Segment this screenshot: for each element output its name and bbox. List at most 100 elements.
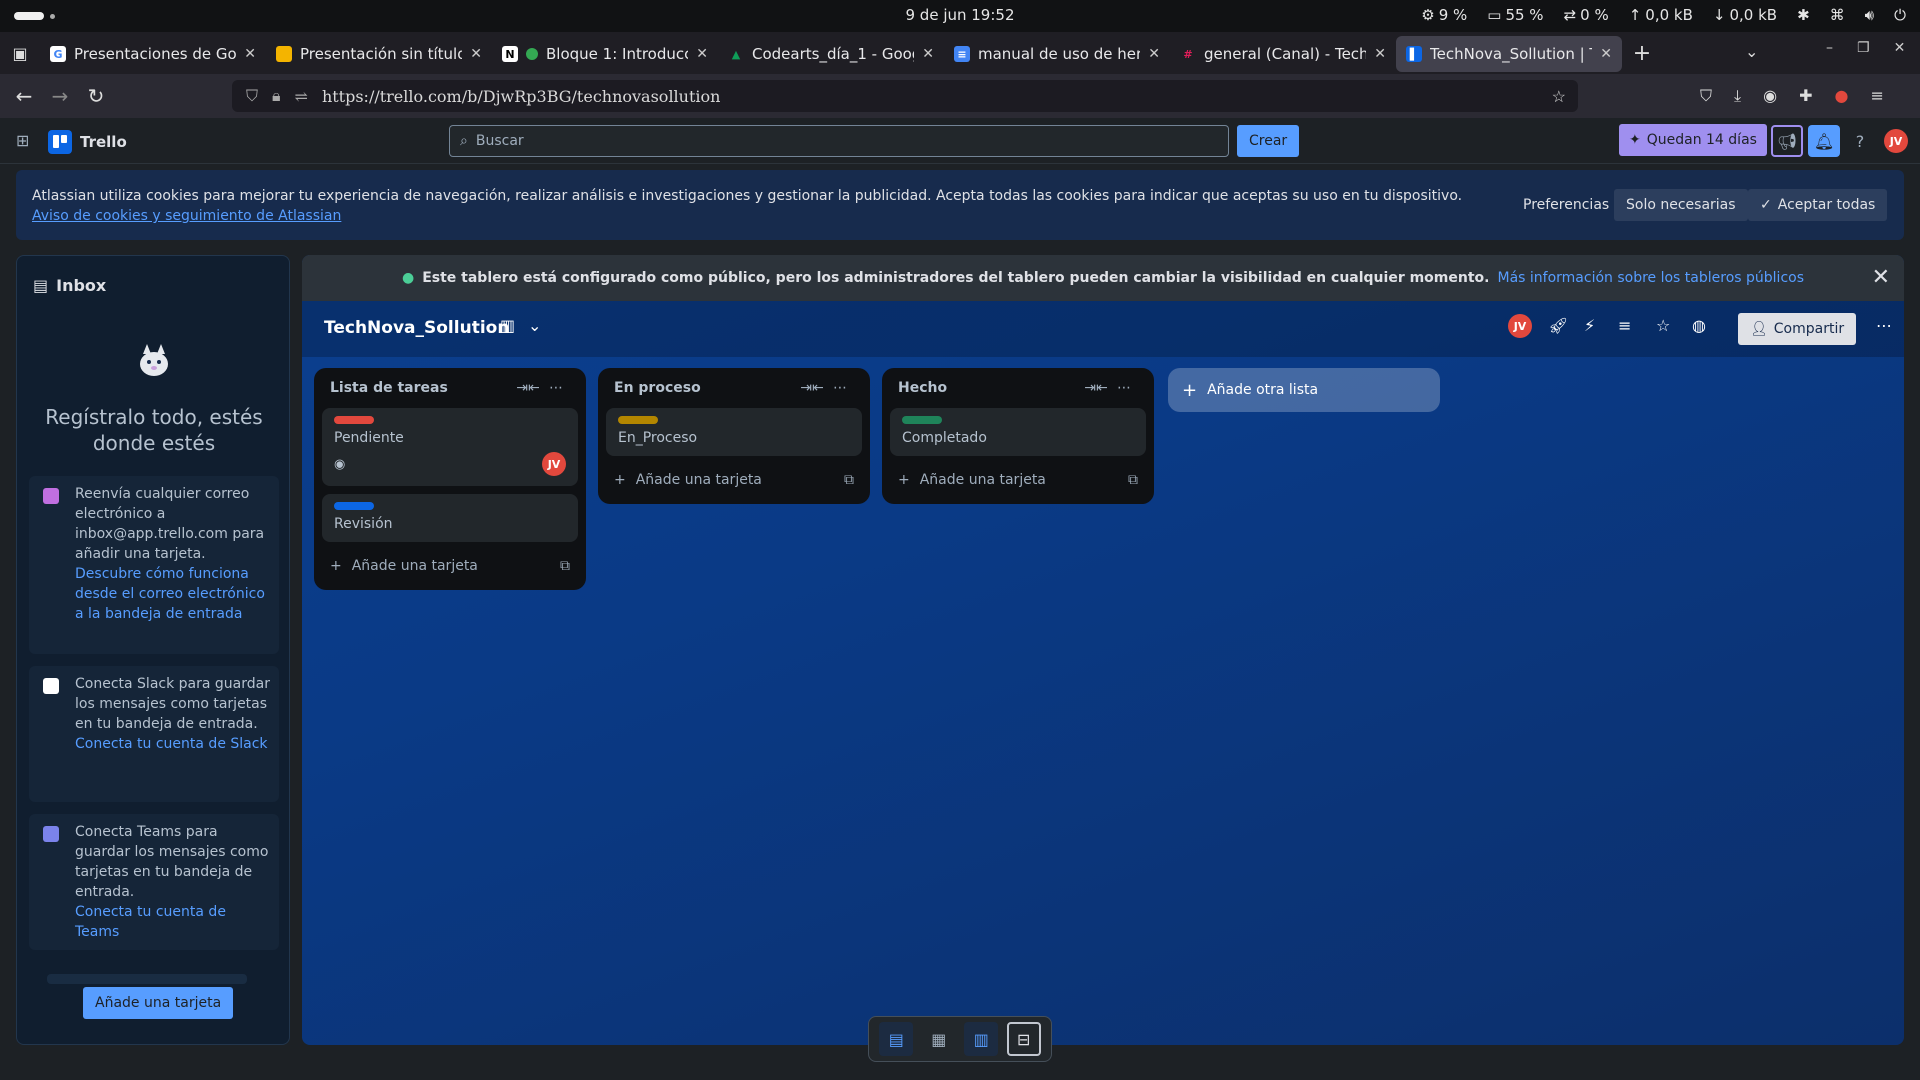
- close-icon[interactable]: ✕: [1148, 46, 1160, 62]
- collapse-icon[interactable]: ⇥⇤: [798, 380, 826, 396]
- close-window-icon[interactable]: ✕: [1894, 40, 1906, 56]
- avatar[interactable]: JV: [542, 452, 566, 476]
- label-green[interactable]: [902, 416, 942, 424]
- card[interactable]: En_Proceso: [606, 408, 862, 456]
- create-button[interactable]: Crear: [1237, 125, 1300, 157]
- volume-icon[interactable]: 🔊︎: [1865, 6, 1874, 24]
- close-icon[interactable]: ✕: [470, 46, 482, 62]
- template-icon[interactable]: ⧉: [844, 472, 854, 488]
- connect-slack-link[interactable]: Conecta tu cuenta de Slack: [75, 734, 271, 754]
- board-view-icon[interactable]: ▥: [500, 316, 515, 335]
- more-icon[interactable]: ⋯: [1876, 316, 1892, 335]
- inbox-toggle-icon[interactable]: ▤: [879, 1022, 914, 1056]
- permissions-icon[interactable]: ⇌: [295, 87, 308, 106]
- add-card-button[interactable]: + Añade una tarjeta ⧉: [606, 464, 862, 496]
- forward-icon[interactable]: →: [42, 84, 78, 108]
- inbox-add-card-button[interactable]: Añade una tarjeta: [83, 987, 234, 1019]
- email-howto-link[interactable]: Descubre cómo funciona desde el correo e…: [75, 564, 271, 624]
- board-view-icon[interactable]: ▥: [964, 1022, 999, 1056]
- more-icon[interactable]: ⋯: [542, 380, 570, 396]
- accept-all-button[interactable]: ✓ Aceptar todas: [1748, 189, 1888, 221]
- browser-tab[interactable]: Presentación sin título - ✕: [266, 36, 492, 72]
- add-card-button[interactable]: + Añade una tarjeta ⧉: [890, 464, 1146, 496]
- collapse-icon[interactable]: ⇥⇤: [514, 380, 542, 396]
- card[interactable]: Completado: [890, 408, 1146, 456]
- template-icon[interactable]: ⧉: [560, 558, 570, 574]
- more-icon[interactable]: ⋯: [1110, 380, 1138, 396]
- network-icon[interactable]: ⌘: [1830, 6, 1845, 24]
- member-avatar[interactable]: JV: [1508, 314, 1532, 338]
- extension-icon[interactable]: ✱: [1797, 6, 1810, 24]
- public-boards-link[interactable]: Más información sobre los tableros públi…: [1497, 270, 1804, 286]
- url-bar[interactable]: ⛉ 🔒︎ ⇌ https://trello.com/b/DjwRp3BG/tec…: [232, 80, 1578, 112]
- add-card-button[interactable]: + Añade una tarjeta ⧉: [322, 550, 578, 582]
- close-icon[interactable]: ✕: [1374, 46, 1386, 62]
- chevron-down-icon[interactable]: ⌄: [1745, 42, 1758, 61]
- restore-icon[interactable]: ❐: [1857, 40, 1870, 56]
- list-title[interactable]: Hecho: [898, 380, 1082, 396]
- star-icon[interactable]: ☆: [1656, 316, 1670, 335]
- cookie-policy-link[interactable]: Aviso de cookies y seguimiento de Atlass…: [32, 208, 341, 224]
- tab-overview-icon[interactable]: ▣: [0, 44, 40, 63]
- rocket-icon[interactable]: 🚀︎: [1548, 316, 1568, 335]
- label-red[interactable]: [334, 416, 374, 424]
- board-title[interactable]: TechNova_Sollution: [324, 318, 509, 338]
- user-avatar-button[interactable]: JV: [1880, 125, 1912, 157]
- downloads-icon[interactable]: ⤓: [1734, 86, 1741, 106]
- help-icon[interactable]: ?: [1844, 125, 1876, 157]
- close-icon[interactable]: ✕: [1872, 265, 1890, 290]
- chevron-down-icon[interactable]: ⌄: [528, 316, 541, 335]
- app-switcher-icon[interactable]: ⊞: [16, 131, 29, 150]
- activities-indicator[interactable]: [14, 12, 44, 20]
- necessary-only-button[interactable]: Solo necesarias: [1614, 189, 1748, 221]
- back-icon[interactable]: ←: [6, 84, 42, 108]
- new-tab-icon[interactable]: +: [1622, 41, 1662, 66]
- list-header[interactable]: En proceso ⇥⇤ ⋯: [606, 368, 862, 408]
- list-header[interactable]: Hecho ⇥⇤ ⋯: [890, 368, 1146, 408]
- trial-button[interactable]: ✦ Quedan 14 días: [1619, 124, 1767, 156]
- list-header[interactable]: Lista de tareas ⇥⇤ ⋯: [322, 368, 578, 408]
- visibility-globe-icon[interactable]: ◍: [1692, 316, 1706, 335]
- browser-tab[interactable]: G Presentaciones de Google ✕: [40, 36, 266, 72]
- browser-tab-active[interactable]: ▌ TechNova_Sollution | Trello ✕: [1396, 36, 1622, 72]
- close-icon[interactable]: ✕: [922, 46, 934, 62]
- bookmark-star-icon[interactable]: ☆: [1552, 87, 1566, 106]
- lock-icon[interactable]: 🔒︎: [272, 86, 281, 106]
- planner-calendar-icon[interactable]: ▦: [922, 1022, 956, 1056]
- label-blue[interactable]: [334, 502, 374, 510]
- trello-logo[interactable]: Trello: [48, 130, 127, 154]
- pocket-icon[interactable]: ⛉: [1700, 86, 1712, 106]
- add-list-button[interactable]: + Añade otra lista: [1168, 368, 1440, 412]
- minimize-icon[interactable]: –: [1826, 40, 1833, 56]
- switch-boards-icon[interactable]: ⊟: [1006, 1022, 1041, 1056]
- shield-icon[interactable]: ⛉: [246, 86, 258, 106]
- label-yellow[interactable]: [618, 416, 658, 424]
- connect-teams-link[interactable]: Conecta tu cuenta de Teams: [75, 902, 271, 942]
- adblock-icon[interactable]: ●: [1834, 86, 1848, 106]
- account-icon[interactable]: ◉: [1763, 86, 1777, 106]
- reload-icon[interactable]: ↻: [78, 84, 114, 108]
- list-title[interactable]: En proceso: [614, 380, 798, 396]
- close-icon[interactable]: ✕: [696, 46, 708, 62]
- browser-tab[interactable]: N Bloque 1: Introducción ✕: [492, 36, 718, 72]
- search-input[interactable]: ⌕ Buscar: [449, 125, 1229, 157]
- share-button[interactable]: 👤︎ Compartir: [1738, 313, 1857, 345]
- menu-icon[interactable]: ≡: [1870, 86, 1883, 106]
- collapse-icon[interactable]: ⇥⇤: [1082, 380, 1110, 396]
- automation-icon[interactable]: ⚡︎: [1584, 316, 1595, 335]
- card[interactable]: Revisión: [322, 494, 578, 542]
- browser-tab[interactable]: ≡ manual de uso de herra ✕: [944, 36, 1170, 72]
- browser-tab[interactable]: ▲ Codearts_día_1 - Google ✕: [718, 36, 944, 72]
- preferences-button[interactable]: Preferencias: [1511, 189, 1621, 221]
- card[interactable]: Pendiente ◉ JV: [322, 408, 578, 486]
- close-icon[interactable]: ✕: [244, 46, 256, 62]
- url-text[interactable]: https://trello.com/b/DjwRp3BG/technovaso…: [322, 87, 721, 106]
- template-icon[interactable]: ⧉: [1128, 472, 1138, 488]
- filter-icon[interactable]: ≡: [1618, 316, 1631, 335]
- close-icon[interactable]: ✕: [1600, 46, 1612, 62]
- megaphone-icon[interactable]: 📢︎: [1771, 125, 1803, 157]
- power-icon[interactable]: ⏻: [1894, 6, 1906, 24]
- notifications-icon[interactable]: 🔔︎: [1808, 125, 1840, 157]
- more-icon[interactable]: ⋯: [826, 380, 854, 396]
- list-title[interactable]: Lista de tareas: [330, 380, 514, 396]
